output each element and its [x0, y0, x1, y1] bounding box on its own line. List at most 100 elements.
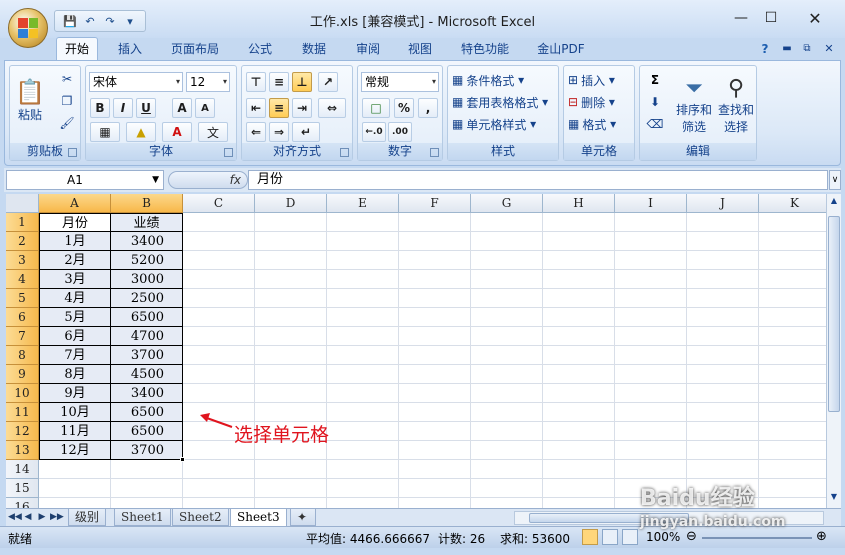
empty-cell[interactable]	[471, 365, 543, 384]
increase-decimal-button[interactable]: ←.0	[362, 122, 386, 142]
column-header-c[interactable]: C	[183, 194, 255, 213]
empty-cell[interactable]	[615, 232, 687, 251]
table-cell[interactable]: 4月	[39, 289, 111, 308]
insert-sheet-icon[interactable]: ✦	[290, 509, 316, 526]
empty-cell[interactable]	[399, 327, 471, 346]
ribbon-close-icon[interactable]: ✕	[822, 38, 836, 60]
table-cell[interactable]: 1月	[39, 232, 111, 251]
empty-cell[interactable]	[255, 365, 327, 384]
align-center-icon[interactable]: ≡	[269, 98, 289, 118]
empty-cell[interactable]	[327, 232, 399, 251]
table-header-cell[interactable]: 业绩	[111, 213, 183, 232]
empty-cell[interactable]	[759, 365, 826, 384]
row-header-16[interactable]: 16	[6, 498, 39, 508]
align-left-icon[interactable]: ⇤	[246, 98, 266, 118]
column-header-i[interactable]: I	[615, 194, 687, 213]
insert-function-button[interactable]: fx	[168, 171, 248, 189]
empty-cell[interactable]	[255, 346, 327, 365]
format-cells-button[interactable]: ▦ 格式 ▾	[568, 114, 616, 134]
table-cell[interactable]: 8月	[39, 365, 111, 384]
empty-cell[interactable]	[183, 498, 255, 508]
row-header-1[interactable]: 1	[6, 213, 39, 232]
empty-cell[interactable]	[687, 422, 759, 441]
name-box[interactable]: A1 ▼	[6, 170, 164, 190]
empty-cell[interactable]	[399, 422, 471, 441]
empty-cell[interactable]	[759, 384, 826, 403]
phonetic-button[interactable]: 文	[198, 122, 228, 142]
table-cell[interactable]: 4700	[111, 327, 183, 346]
empty-cell[interactable]	[471, 289, 543, 308]
currency-icon[interactable]: □	[362, 98, 390, 118]
empty-cell[interactable]	[399, 479, 471, 498]
select-all-corner[interactable]	[6, 194, 39, 213]
empty-cell[interactable]	[471, 460, 543, 479]
row-header-9[interactable]: 9	[6, 365, 39, 384]
page-break-view-icon[interactable]	[622, 529, 638, 545]
font-name-combo[interactable]: 宋体 ▾	[89, 72, 183, 92]
merge-center-icon[interactable]: ⇔	[318, 98, 346, 118]
empty-cell[interactable]	[327, 498, 399, 508]
empty-cell[interactable]	[255, 327, 327, 346]
empty-cell[interactable]	[471, 403, 543, 422]
empty-cell[interactable]	[471, 479, 543, 498]
empty-cell[interactable]	[327, 479, 399, 498]
bold-button[interactable]: B	[90, 98, 110, 118]
table-cell[interactable]: 2500	[111, 289, 183, 308]
align-right-icon[interactable]: ⇥	[292, 98, 312, 118]
empty-cell[interactable]	[327, 270, 399, 289]
empty-cell[interactable]	[543, 403, 615, 422]
empty-cell[interactable]	[399, 308, 471, 327]
grow-font-button[interactable]: A	[172, 98, 192, 118]
increase-indent-icon[interactable]: ⇒	[269, 122, 289, 142]
empty-cell[interactable]	[255, 213, 327, 232]
table-cell[interactable]: 4500	[111, 365, 183, 384]
empty-cell[interactable]	[687, 346, 759, 365]
empty-cell[interactable]	[543, 327, 615, 346]
row-header-10[interactable]: 10	[6, 384, 39, 403]
table-cell[interactable]: 11月	[39, 422, 111, 441]
empty-cell[interactable]	[183, 327, 255, 346]
empty-cell[interactable]	[39, 498, 111, 508]
empty-cell[interactable]	[687, 460, 759, 479]
vertical-scroll-thumb[interactable]	[828, 216, 840, 412]
empty-cell[interactable]	[615, 346, 687, 365]
empty-cell[interactable]	[759, 460, 826, 479]
page-layout-view-icon[interactable]	[602, 529, 618, 545]
empty-cell[interactable]	[543, 251, 615, 270]
empty-cell[interactable]	[471, 251, 543, 270]
empty-cell[interactable]	[471, 308, 543, 327]
empty-cell[interactable]	[399, 460, 471, 479]
vertical-scrollbar[interactable]: ▲ ▼	[826, 194, 841, 508]
cell-styles-button[interactable]: ▦ 单元格样式 ▾	[452, 114, 536, 134]
autosum-button[interactable]: Σ	[644, 70, 666, 90]
empty-cell[interactable]	[327, 384, 399, 403]
comma-button[interactable]: ,	[418, 98, 438, 118]
empty-cell[interactable]	[183, 479, 255, 498]
column-header-a[interactable]: A	[39, 194, 111, 213]
row-header-11[interactable]: 11	[6, 403, 39, 422]
first-sheet-icon[interactable]: ◀◀	[8, 510, 22, 525]
empty-cell[interactable]	[183, 346, 255, 365]
format-painter-icon[interactable]: 🖌	[58, 114, 76, 132]
last-sheet-icon[interactable]: ▶▶	[50, 510, 64, 525]
empty-cell[interactable]	[327, 308, 399, 327]
row-header-8[interactable]: 8	[6, 346, 39, 365]
tab-review[interactable]: 审阅	[346, 38, 390, 60]
column-header-k[interactable]: K	[759, 194, 826, 213]
normal-view-icon[interactable]	[582, 529, 598, 545]
row-header-6[interactable]: 6	[6, 308, 39, 327]
empty-cell[interactable]	[543, 479, 615, 498]
empty-cell[interactable]	[183, 384, 255, 403]
empty-cell[interactable]	[615, 422, 687, 441]
table-cell[interactable]: 6月	[39, 327, 111, 346]
align-middle-icon[interactable]: ≡	[269, 72, 289, 92]
column-header-h[interactable]: H	[543, 194, 615, 213]
empty-cell[interactable]	[759, 422, 826, 441]
empty-cell[interactable]	[615, 365, 687, 384]
tab-page-layout[interactable]: 页面布局	[162, 38, 228, 60]
percent-button[interactable]: %	[394, 98, 414, 118]
empty-cell[interactable]	[111, 479, 183, 498]
decrease-indent-icon[interactable]: ⇐	[246, 122, 266, 142]
empty-cell[interactable]	[327, 251, 399, 270]
table-cell[interactable]: 9月	[39, 384, 111, 403]
